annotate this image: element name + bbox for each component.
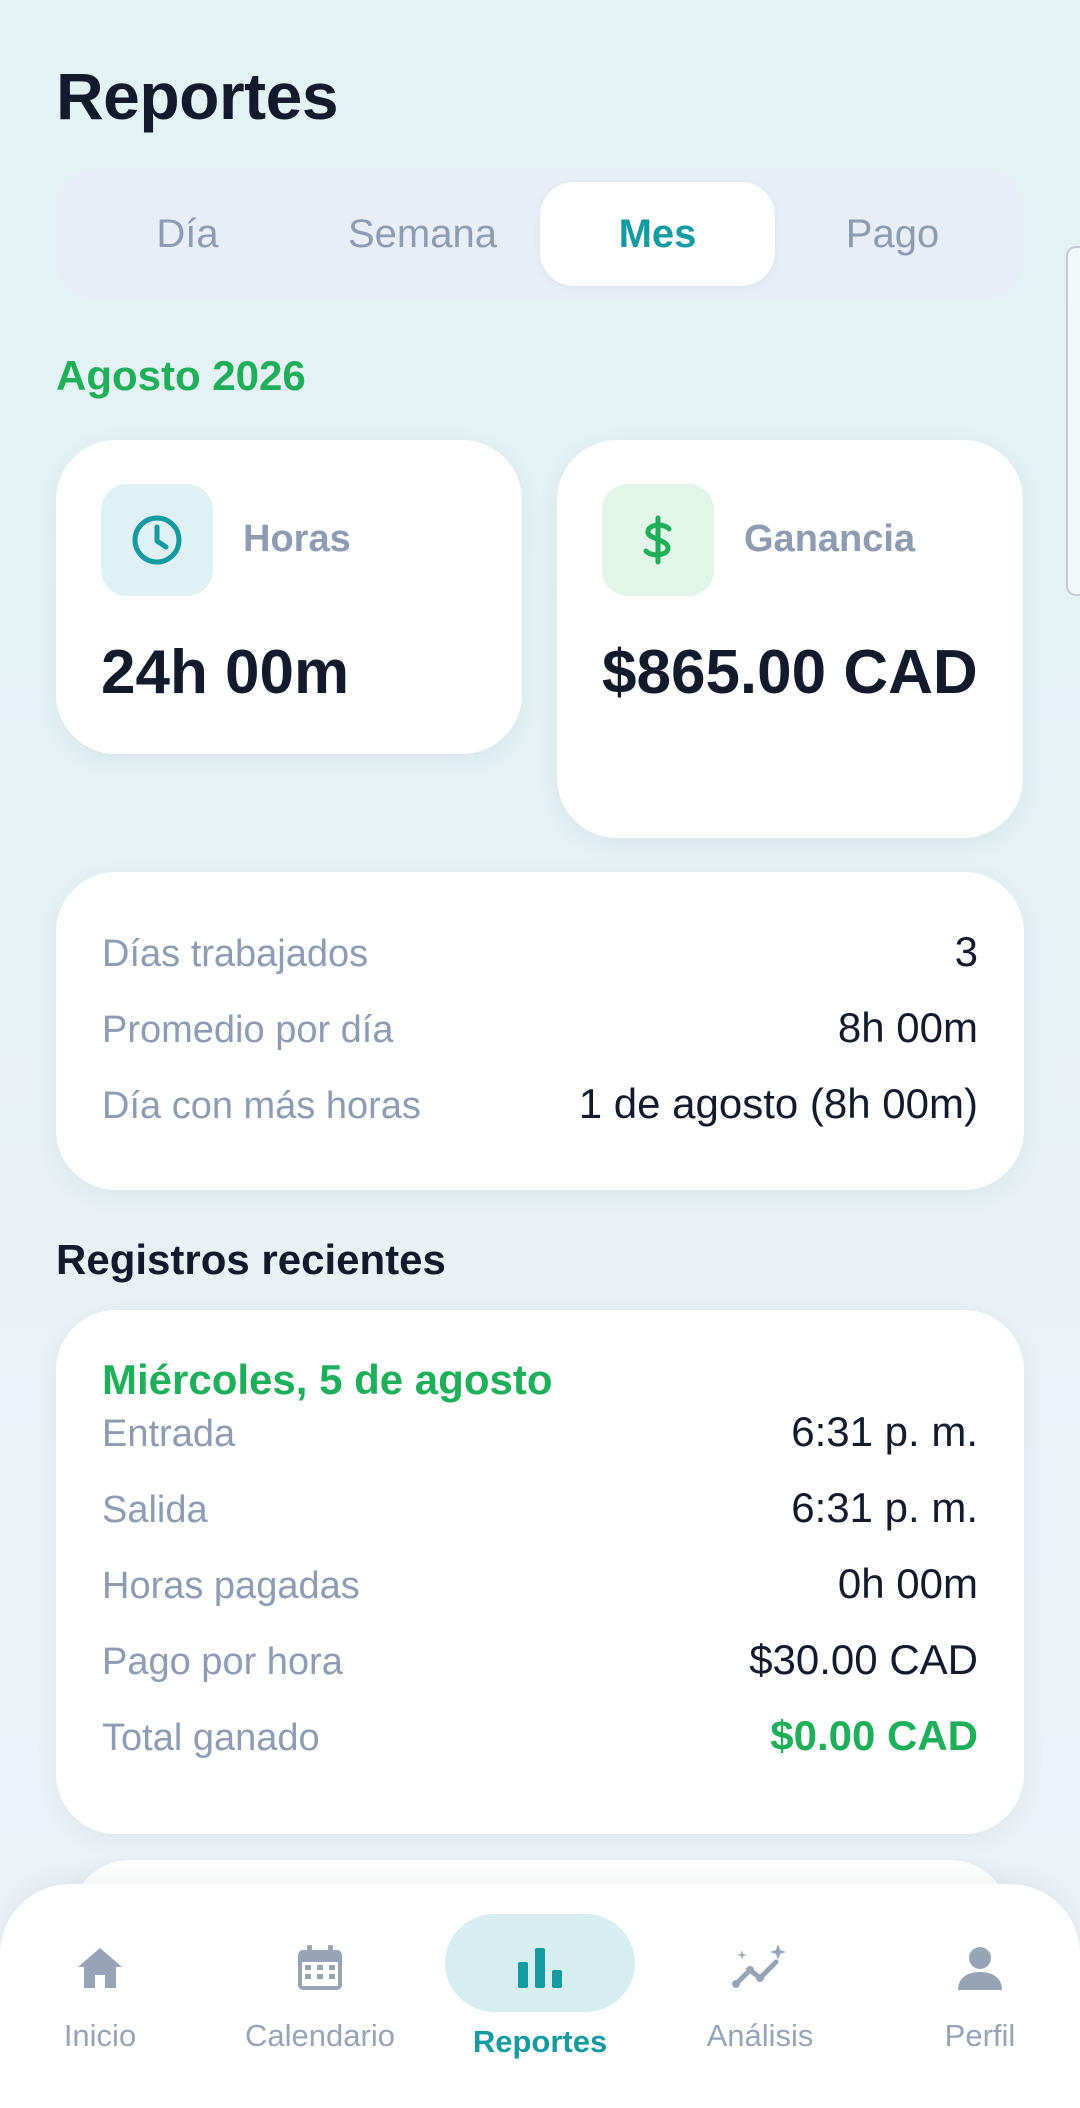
tab-calendario[interactable]: Calendario [220,1884,420,2108]
home-icon [68,1936,132,2000]
summary-label: Días trabajados [102,933,369,975]
person-icon [948,1936,1012,2000]
calendar-icon [288,1936,352,2000]
tab-label: Reportes [472,2024,608,2059]
record-label: Horas pagadas [102,1565,360,1607]
summary-label: Día con más horas [102,1085,421,1127]
hours-label: Horas [243,518,351,560]
segment-payment[interactable]: Pago [775,182,1010,286]
record-row: Entrada 6:31 p. m. [102,1408,978,1484]
summary-card: Días trabajados 3 Promedio por día 8h 00… [56,872,1024,1190]
record-value: $30.00 CAD [749,1636,978,1683]
record-date: Miércoles, 5 de agosto [102,1356,553,1403]
record-row: Pago por hora $30.00 CAD [102,1636,978,1712]
summary-value: 3 [954,928,978,975]
summary-row: Día con más horas 1 de agosto (8h 00m) [102,1080,978,1156]
record-label: Pago por hora [102,1641,343,1683]
earnings-label: Ganancia [744,518,916,560]
bar-chart-icon [508,1936,572,2000]
record-value: 0h 00m [837,1560,978,1607]
dollar-icon [602,484,714,596]
tab-analisis[interactable]: Análisis [660,1884,860,2108]
bottom-tab-bar: Inicio Calendario Reportes Análisis Perf… [0,1884,1080,2108]
record-label: Salida [102,1489,208,1531]
segment-month[interactable]: Mes [540,182,775,286]
record-label: Total ganado [102,1717,320,1759]
record-card[interactable]: Miércoles, 5 de agosto Entrada 6:31 p. m… [56,1310,1024,1834]
summary-value: 8h 00m [837,1004,978,1051]
tab-reportes[interactable]: Reportes [440,1884,640,2108]
tab-label: Calendario [245,2018,395,2053]
sparkle-trend-icon [728,1936,792,2000]
segment-day[interactable]: Día [70,182,305,286]
record-total-value: $0.00 CAD [770,1712,978,1759]
earnings-value: $865.00 CAD [602,638,978,707]
tab-inicio[interactable]: Inicio [0,1884,200,2108]
record-row: Salida 6:31 p. m. [102,1484,978,1560]
hours-stat-card: Horas 24h 00m [56,440,522,754]
tab-perfil[interactable]: Perfil [880,1884,1080,2108]
record-label: Entrada [102,1413,236,1455]
record-value: 6:31 p. m. [791,1408,978,1455]
tab-label: Inicio [63,2018,137,2053]
summary-value: 1 de agosto (8h 00m) [578,1080,978,1127]
tab-label: Perfil [944,2018,1016,2053]
page-title: Reportes [56,59,339,133]
record-value: 6:31 p. m. [791,1484,978,1531]
summary-label: Promedio por día [102,1009,394,1051]
hours-value: 24h 00m [101,638,350,707]
segment-week[interactable]: Semana [305,182,540,286]
period-label: Agosto 2026 [56,352,306,399]
record-row: Horas pagadas 0h 00m [102,1560,978,1636]
scrollbar[interactable] [1066,246,1080,596]
tab-label: Análisis [706,2018,814,2053]
summary-row: Promedio por día 8h 00m [102,1004,978,1080]
earnings-stat-card: Ganancia $865.00 CAD [557,440,1023,838]
period-segmented-control: Día Semana Mes Pago [56,168,1024,300]
record-row: Total ganado $0.00 CAD [102,1712,978,1788]
summary-row: Días trabajados 3 [102,928,978,1004]
clock-icon [101,484,213,596]
recent-records-title: Registros recientes [56,1236,446,1283]
